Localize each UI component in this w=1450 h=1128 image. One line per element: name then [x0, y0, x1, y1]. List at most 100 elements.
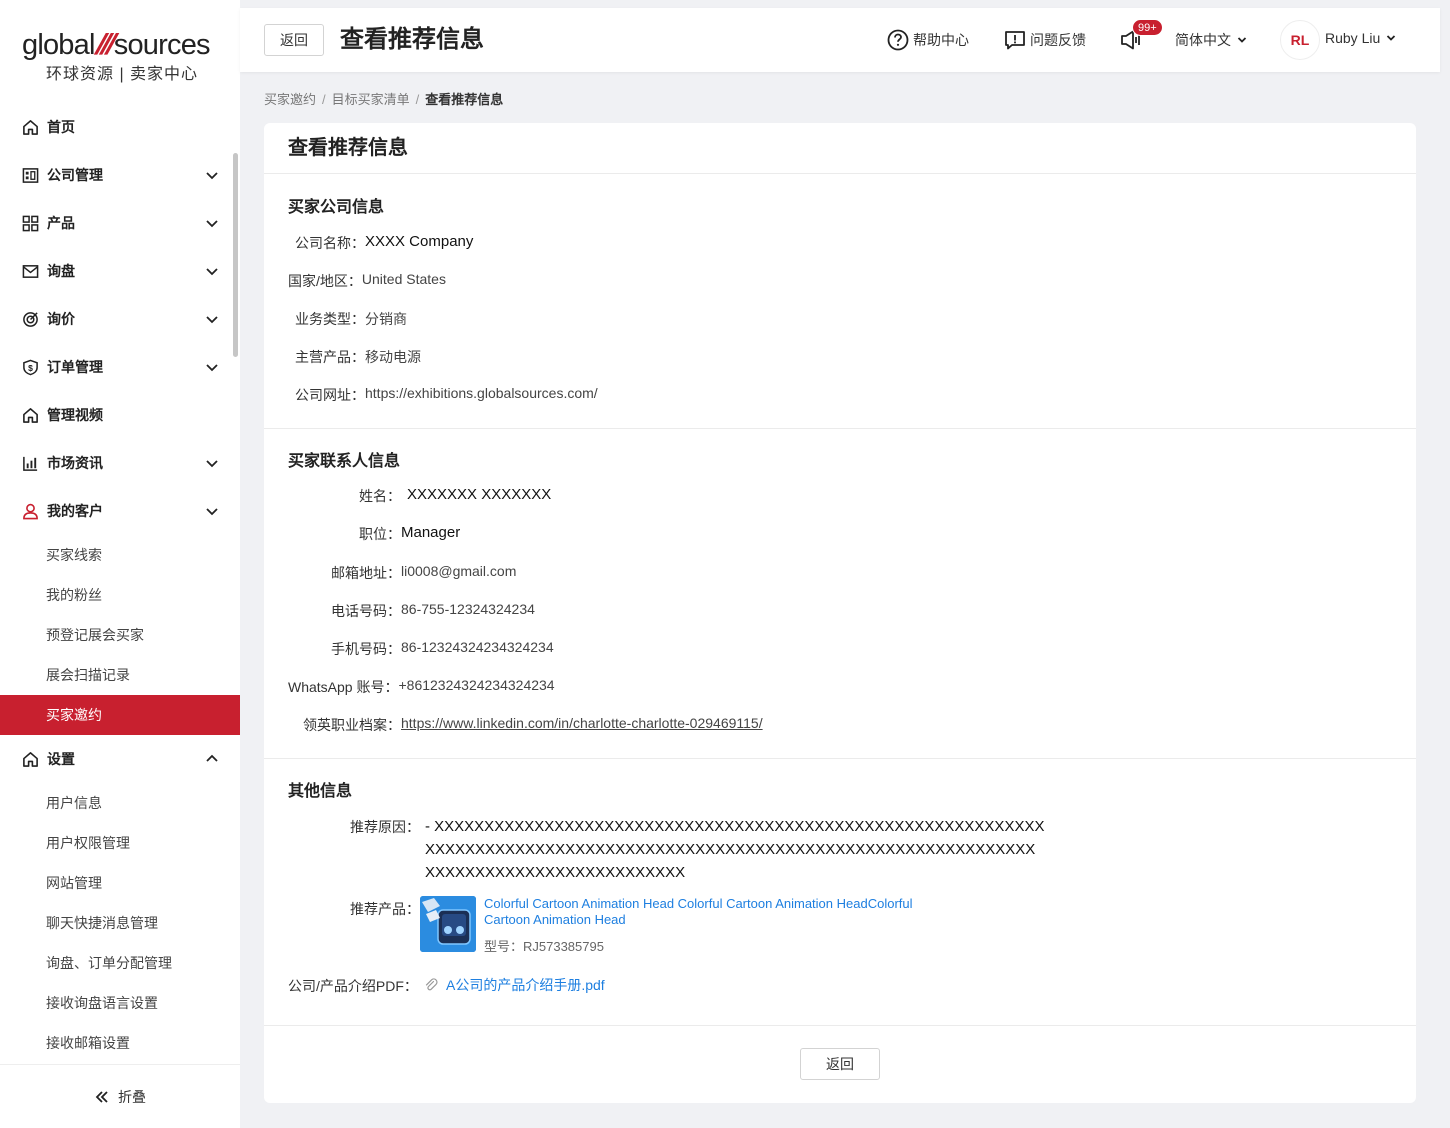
sidebar-item-market[interactable]: 市场资讯 [0, 439, 232, 487]
back-button-bottom[interactable]: 返回 [800, 1048, 880, 1080]
sidebar-item-inquiry[interactable]: 询盘 [0, 247, 232, 295]
product-thumbnail[interactable] [420, 896, 476, 952]
sidebar-subitem-language[interactable]: 接收询盘语言设置 [0, 983, 232, 1023]
sidebar-subitem-user-info[interactable]: 用户信息 [0, 783, 232, 823]
position-row: 职位： Manager [359, 524, 460, 544]
pdf-label: 公司/产品介绍PDF： [288, 978, 418, 994]
linkedin-row: 领英职业档案： https://www.linkedin.com/in/char… [303, 715, 763, 735]
mobile-row: 手机号码： 86-12324324234324234 [331, 639, 554, 659]
avatar[interactable]: RL [1280, 20, 1320, 60]
business-type-label: 业务类型： [295, 311, 365, 327]
product-image-icon [420, 896, 476, 952]
sidebar-item-label: 管理视频 [47, 407, 103, 423]
company-name-row: 公司名称： XXXX Company [295, 233, 473, 253]
main-product-row: 主营产品： 移动电源 [295, 347, 421, 367]
logo-subtitle: 环球资源 | 卖家中心 [46, 66, 199, 83]
linkedin-label: 领英职业档案： [303, 717, 401, 733]
product-name-link[interactable]: Colorful Cartoon Animation Head Colorful… [484, 896, 954, 928]
chevron-down-icon [206, 364, 218, 372]
company-name-value: XXXX Company [365, 233, 474, 250]
back-button[interactable]: 返回 [264, 24, 324, 56]
sidebar-subitem-assignment[interactable]: 询盘、订单分配管理 [0, 943, 232, 983]
language-select[interactable]: 简体中文 [1175, 28, 1251, 52]
reason-value: - XXXXXXXXXXXXXXXXXXXXXXXXXXXXXXXXXXXXXX… [425, 818, 1045, 881]
mobile-label: 手机号码： [331, 641, 401, 657]
sidebar-item-label: 订单管理 [47, 359, 103, 375]
sidebar-item-rfq[interactable]: 询价 [0, 295, 232, 343]
sidebar-subitem-permissions[interactable]: 用户权限管理 [0, 823, 232, 863]
reason-row: 推荐原因： [350, 817, 420, 837]
logo-wordmark: global///sources [22, 29, 211, 61]
user-menu[interactable]: Ruby Liu [1325, 30, 1396, 46]
breadcrumb-item-invitations[interactable]: 买家邀约 [264, 92, 316, 107]
double-chevron-left-icon [95, 1090, 108, 1103]
whatsapp-label: WhatsApp 账号： [288, 679, 399, 695]
sidebar-item-company[interactable]: 公司管理 [0, 151, 232, 199]
card-title: 查看推荐信息 [288, 137, 408, 159]
chevron-down-icon [206, 508, 218, 516]
company-name-label: 公司名称： [295, 235, 365, 251]
feedback-icon [1005, 31, 1025, 50]
divider [264, 173, 1416, 174]
sidebar-item-settings[interactable]: 设置 [0, 735, 232, 783]
position-label: 职位： [359, 526, 401, 542]
user-icon [21, 502, 39, 520]
contact-section-title: 买家联系人信息 [288, 453, 401, 470]
sidebar-item-label: 我的客户 [47, 503, 103, 519]
sidebar-subitem-email[interactable]: 接收邮箱设置 [0, 1023, 232, 1063]
feedback-label: 问题反馈 [1030, 32, 1086, 48]
sidebar-subitem-quick-messages[interactable]: 聊天快捷消息管理 [0, 903, 232, 943]
breadcrumb: 买家邀约 / 目标买家清单 / 查看推荐信息 [264, 92, 504, 107]
logo[interactable]: global///sources 环球资源 | 卖家中心 [22, 28, 222, 84]
sidebar-item-products[interactable]: 产品 [0, 199, 232, 247]
building-icon [21, 166, 39, 184]
feedback-link[interactable]: 问题反馈 [1004, 28, 1086, 52]
divider [264, 428, 1416, 429]
sidebar-item-label: 询价 [47, 311, 75, 327]
user-name: Ruby Liu [1325, 30, 1381, 46]
sidebar-item-customers[interactable]: 我的客户 [0, 487, 232, 535]
business-type-value: 分销商 [365, 311, 407, 327]
whatsapp-value: +8612324324234324234 [398, 677, 555, 693]
collapse-button[interactable]: 折叠 [0, 1064, 240, 1128]
chevron-down-icon [1387, 35, 1396, 41]
country-value: United States [361, 271, 446, 287]
sidebar-scrollbar[interactable] [233, 153, 238, 357]
sidebar-subitem-preregistered[interactable]: 预登记展会买家 [0, 615, 232, 655]
sidebar-item-label: 询盘 [47, 263, 75, 279]
sidebar-item-videos[interactable]: 管理视频 [0, 391, 232, 439]
main-product-label: 主营产品： [295, 349, 365, 365]
sidebar-subitem-scans[interactable]: 展会扫描记录 [0, 655, 232, 695]
sidebar-subitem-fans[interactable]: 我的粉丝 [0, 575, 232, 615]
sidebar-item-orders[interactable]: $ 订单管理 [0, 343, 232, 391]
home-icon [21, 406, 39, 424]
pdf-row: 公司/产品介绍PDF： [288, 976, 418, 996]
sidebar-subitem-website[interactable]: 网站管理 [0, 863, 232, 903]
breadcrumb-item-target-list[interactable]: 目标买家清单 [332, 92, 410, 107]
help-center-link[interactable]: 帮助中心 [887, 28, 969, 52]
language-label: 简体中文 [1175, 32, 1231, 48]
chevron-down-icon [206, 268, 218, 276]
email-label: 邮箱地址： [331, 565, 401, 581]
contact-name-value: XXXXXXX XXXXXXX [407, 486, 552, 503]
help-icon [887, 29, 909, 51]
email-value: li0008@gmail.com [401, 563, 517, 579]
chevron-down-icon [206, 220, 218, 228]
home-icon [21, 750, 39, 768]
linkedin-link[interactable]: https://www.linkedin.com/in/charlotte-ch… [401, 715, 763, 735]
business-type-row: 业务类型： 分销商 [295, 309, 407, 329]
sidebar-item-label: 设置 [47, 751, 75, 767]
help-center-label: 帮助中心 [913, 32, 969, 48]
sidebar-subitem-leads[interactable]: 买家线索 [0, 535, 232, 575]
company-website-value[interactable]: https://exhibitions.globalsources.com/ [365, 385, 598, 405]
top-header: 返回 查看推荐信息 帮助中心 问题反馈 99+ 简体中文 RL Ruby Liu [240, 8, 1440, 72]
country-label: 国家/地区： [288, 273, 362, 289]
pdf-attachment-link[interactable]: A公司的产品介绍手册.pdf [424, 975, 605, 995]
chevron-up-icon [206, 754, 218, 762]
main-product-value: 移动电源 [365, 349, 421, 365]
sidebar-item-home[interactable]: 首页 [0, 103, 232, 151]
sidebar-subitem-invitations[interactable]: 买家邀约 [0, 695, 240, 735]
sidebar: global///sources 环球资源 | 卖家中心 首页 公司管理 产品 … [0, 0, 240, 1128]
sidebar-item-label: 市场资讯 [47, 455, 103, 471]
product-model: 型号：RJ573385795 [484, 939, 604, 954]
